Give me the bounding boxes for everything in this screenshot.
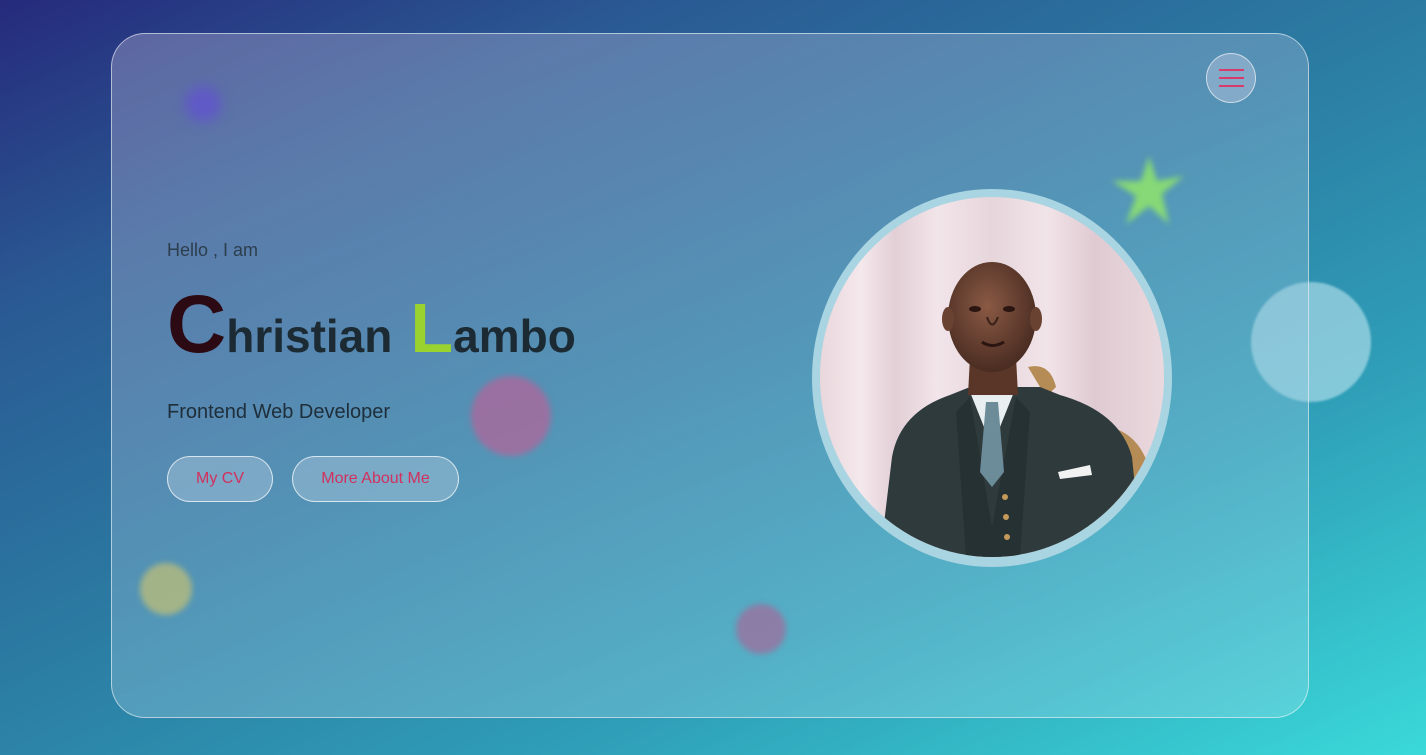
hero-name: Christian Lambo (167, 284, 576, 366)
greeting-text: Hello , I am (167, 240, 259, 260)
name-first-rest: hristian (226, 310, 393, 362)
hamburger-menu-icon (1219, 69, 1244, 71)
hero-card: Hello , I am Christian Lambo Frontend Web… (111, 33, 1309, 718)
my-cv-button[interactable]: My CV (167, 456, 273, 502)
name-last-initial: L (410, 289, 454, 367)
profile-photo-frame (812, 189, 1172, 567)
decorative-star-icon (1112, 156, 1184, 224)
menu-button[interactable] (1206, 53, 1256, 103)
name-last-rest: ambo (453, 310, 576, 362)
more-about-me-button[interactable]: More About Me (292, 456, 459, 502)
decorative-blob-pink (471, 376, 551, 456)
decorative-blob-yellow (140, 563, 192, 615)
profile-photo (820, 197, 1164, 557)
decorative-blob-purple (185, 86, 221, 122)
decorative-blob-mauve (736, 604, 786, 654)
name-first-initial: C (167, 279, 227, 370)
hamburger-menu-icon-bar (1219, 85, 1244, 87)
hamburger-menu-icon-bar (1219, 77, 1244, 79)
role-subtitle: Frontend Web Developer (167, 401, 391, 423)
